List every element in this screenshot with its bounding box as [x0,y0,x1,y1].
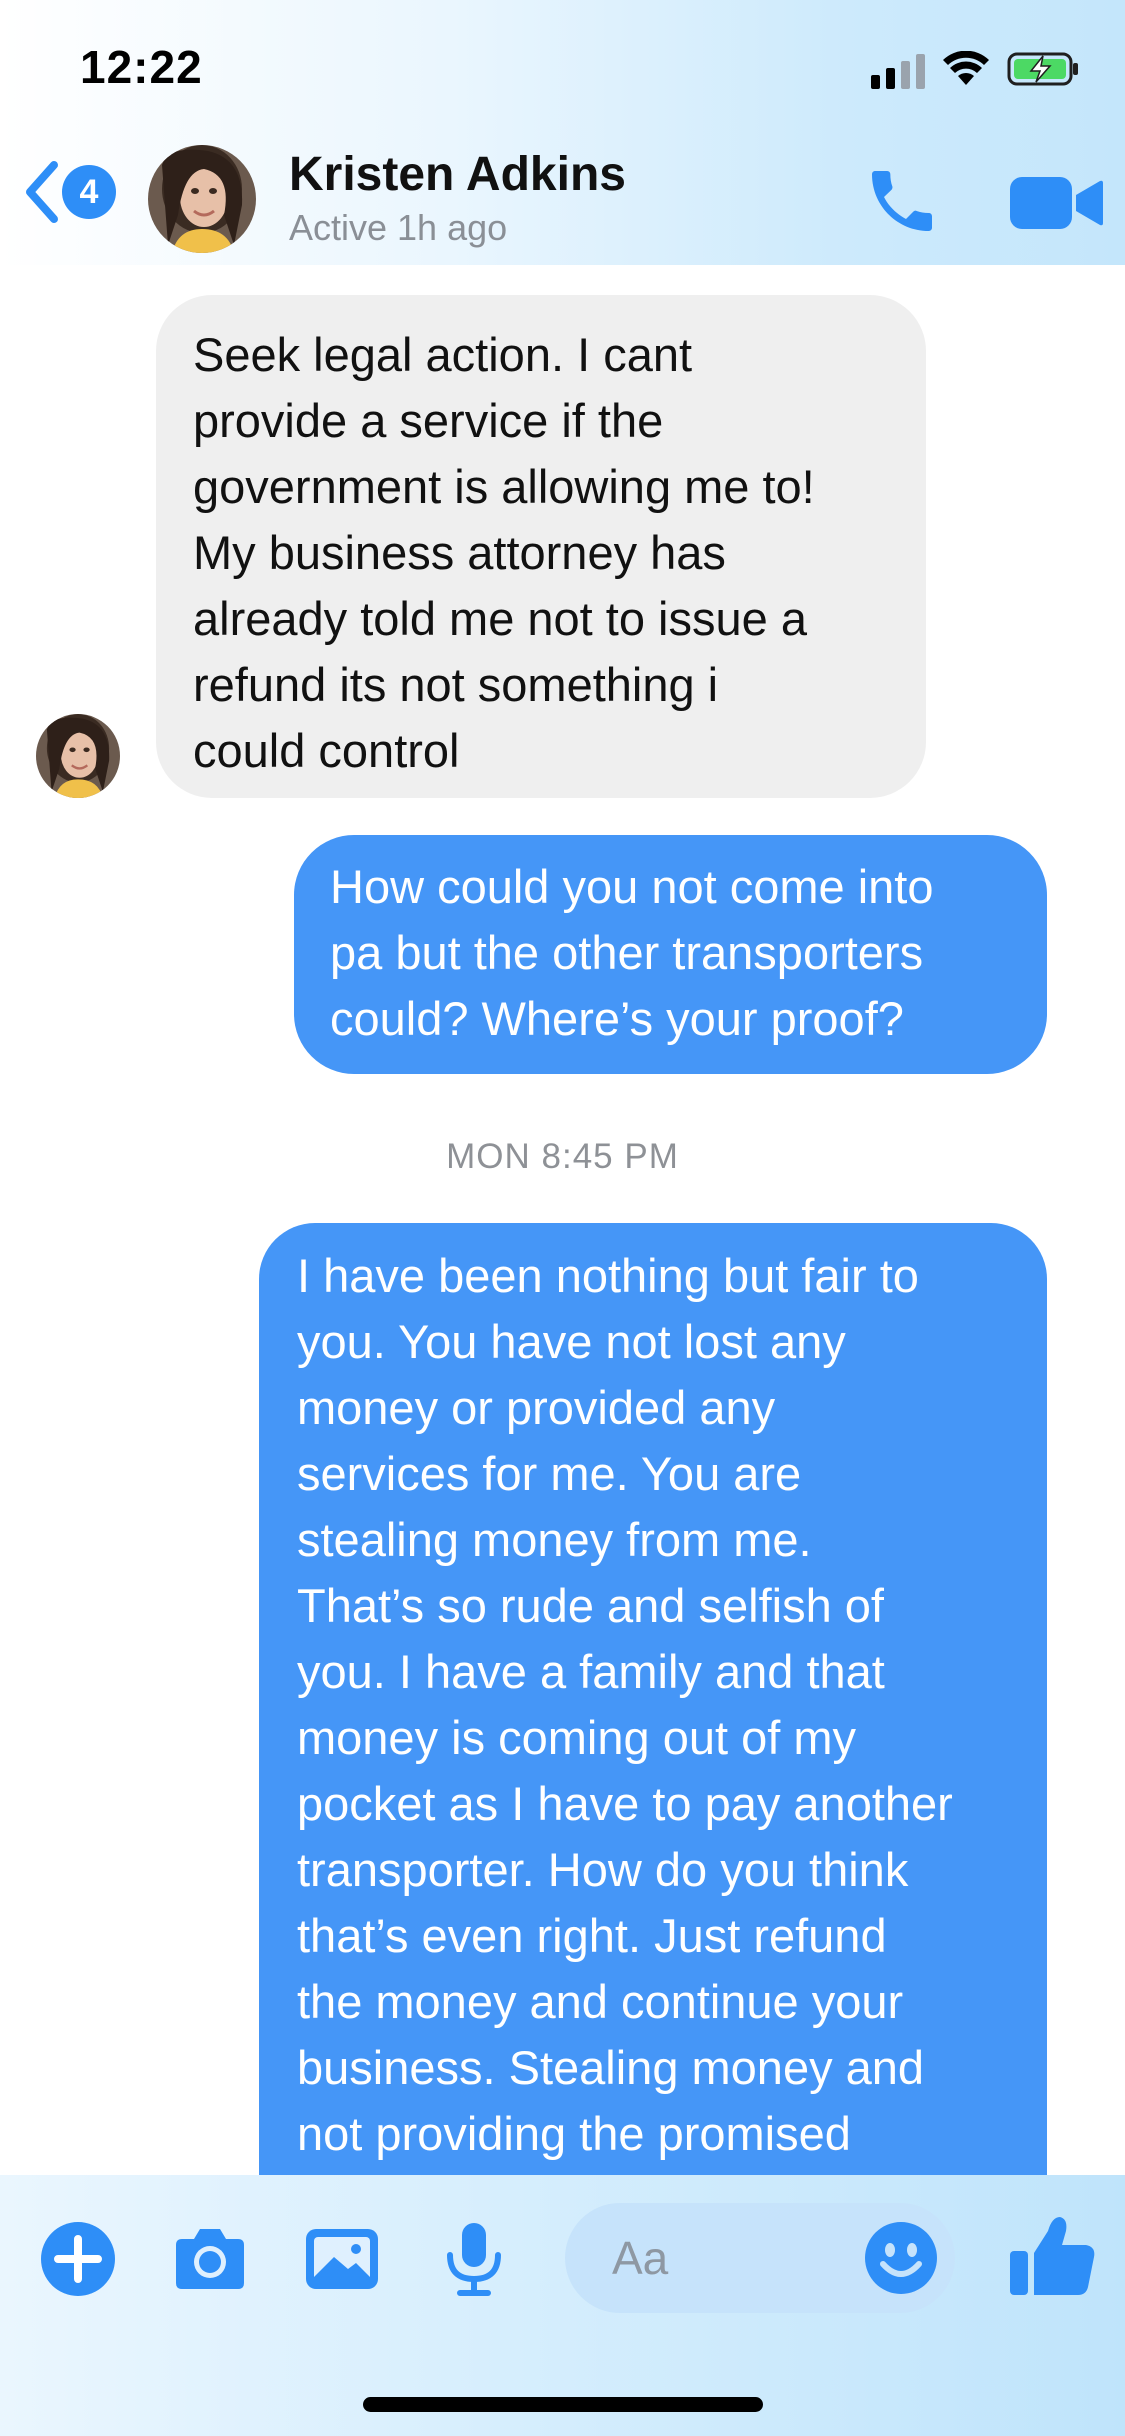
plus-icon [41,2222,115,2296]
outgoing-message-bubble[interactable]: I have been nothing but fair to you. You… [259,1223,1047,2175]
battery-charging-icon [1007,52,1078,86]
phone-icon [872,171,932,231]
message-line: money or provided any [297,1381,776,1434]
sender-photo [36,714,120,798]
message-composer [0,2175,1125,2436]
message-line: transporter. How do you think [297,1843,909,1896]
thumbs-up-icon [1010,2217,1095,2295]
emoji-icon [865,2222,937,2294]
message-input[interactable] [610,2225,864,2291]
message-line: government is allowing me to! [193,460,815,513]
message-line: you. You have not lost any [297,1315,846,1368]
more-actions-button[interactable] [36,2217,120,2301]
back-button[interactable]: 4 [22,157,122,227]
outgoing-message-bubble[interactable]: How could you not come into pa but the o… [294,835,1047,1074]
conversation-header: 4 Kristen Adkins Active 1h ago [0,135,1125,265]
home-indicator[interactable] [363,2397,763,2412]
message-line: provide a service if the [193,394,664,447]
message-line: stealing money from me. [297,1513,812,1566]
messenger-conversation-screen: 12:22 4 Kristen Adkins Active 1h ago See… [0,0,1125,2436]
message-line: could control [193,724,460,777]
video-call-button[interactable] [1008,171,1104,235]
incoming-message-bubble[interactable]: Seek legal action. I cant provide a serv… [156,295,926,798]
voice-message-button[interactable] [432,2217,516,2301]
message-line: How could you not come into [330,860,934,913]
contact-avatar[interactable] [148,145,256,253]
message-line: My business attorney has [193,526,726,579]
unread-count-badge: 4 [62,165,116,219]
message-line: the money and continue your [297,1975,904,2028]
message-line: I have been nothing but fair to [297,1249,919,1302]
camera-icon [176,2229,244,2289]
message-line: That’s so rude and selfish of [297,1579,884,1632]
message-line: you. I have a family and that [297,1645,885,1698]
message-line: pocket as I have to pay another [297,1777,953,1830]
emoji-button[interactable] [861,2218,941,2298]
contact-name[interactable]: Kristen Adkins [289,147,626,202]
voice-call-button[interactable] [862,161,942,241]
message-line: not providing the promised [297,2107,851,2160]
status-bar: 12:22 [0,0,1125,135]
photo-icon [306,2229,378,2289]
message-line: could? Where’s your proof? [330,992,904,1045]
message-input-field[interactable] [565,2203,955,2313]
message-line: Seek legal action. I cant [193,328,693,381]
message-line: pa but the other transporters [330,926,924,979]
status-time: 12:22 [80,41,203,93]
message-timestamp: MON 8:45 PM [446,1137,679,1176]
contact-active-status: Active 1h ago [289,207,508,248]
sender-avatar[interactable] [36,714,120,798]
camera-button[interactable] [168,2217,252,2301]
message-line: services for me. You are [297,1447,802,1500]
microphone-icon [447,2223,501,2296]
cellular-signal-icon [871,49,925,89]
gallery-button[interactable] [300,2217,384,2301]
contact-photo [148,145,256,253]
message-thread[interactable]: Seek legal action. I cant provide a serv… [0,265,1125,2175]
video-camera-icon [1010,177,1103,229]
back-chevron-icon [26,161,58,223]
status-icons [871,44,1081,94]
message-line: money is coming out of my [297,1711,856,1764]
message-line: already told me not to issue a [193,592,807,645]
message-line: business. Stealing money and [297,2041,925,2094]
top-area: 12:22 4 Kristen Adkins Active 1h ago [0,0,1125,265]
wifi-icon [943,51,989,85]
like-button[interactable] [1006,2209,1098,2301]
message-line: refund its not something i [193,658,719,711]
message-line: that’s even right. Just refund [297,1909,887,1962]
